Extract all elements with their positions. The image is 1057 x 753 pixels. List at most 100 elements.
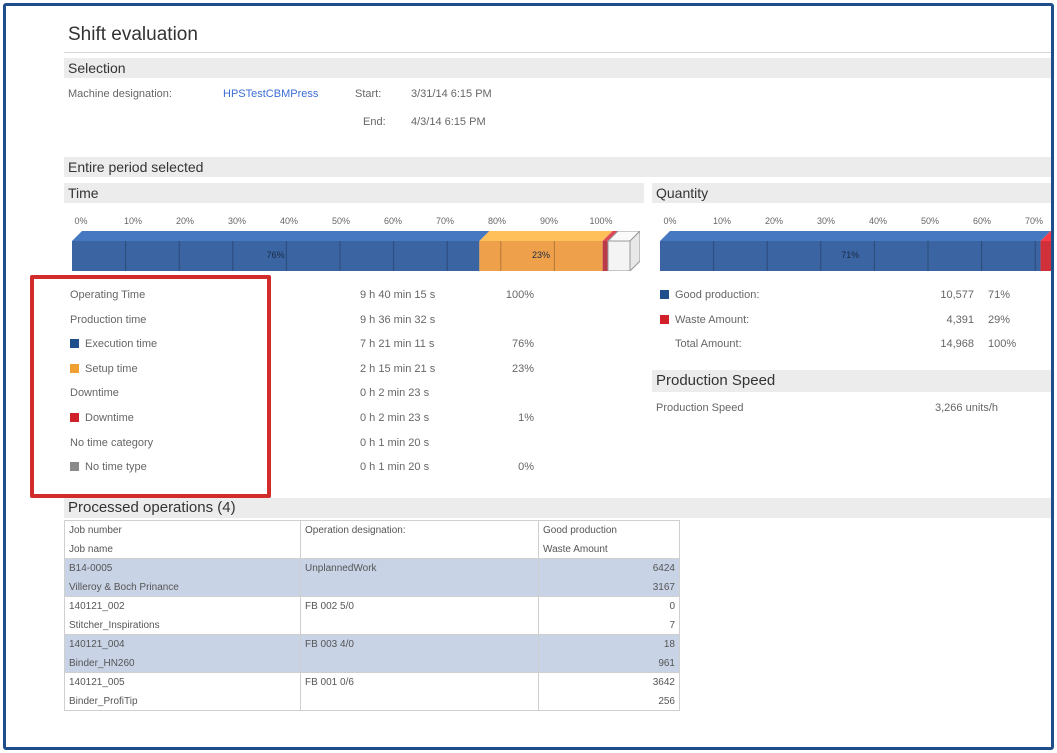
quantity-row-label-wrap: Good production: (660, 289, 759, 301)
time-axis-tick: 40% (279, 216, 299, 226)
operation-cell-empty (300, 615, 539, 635)
title-divider (64, 52, 1051, 53)
period-header: Entire period selected (64, 157, 1051, 177)
time-row-value: 7 h 21 min 11 s (360, 338, 435, 351)
legend-swatch-icon (660, 290, 669, 299)
time-axis-tick: 100% (589, 216, 613, 226)
quantity-row-label-wrap: Waste Amount: (660, 314, 749, 326)
waste-amount-cell: 256 (538, 691, 680, 711)
production-speed-value: 3,266 units/h (935, 402, 998, 414)
good-production-cell: 6424 (538, 558, 680, 578)
quantity-row-percent: 100% (988, 338, 1017, 351)
quantity-bar-segment-top (660, 231, 1051, 241)
quantity-row-label: Total Amount: (675, 338, 742, 351)
time-axis-tick: 50% (331, 216, 351, 226)
time-row-percent: 100% (505, 289, 534, 301)
legend-swatch-icon (660, 314, 669, 324)
quantity-header: Quantity (652, 183, 1051, 203)
col-waste-amount[interactable]: Waste Amount (538, 539, 680, 559)
report-window: Shift evaluation Selection Machine desig… (3, 3, 1054, 750)
page-title: Shift evaluation (68, 24, 198, 45)
time-bar-segment-label: 23% (531, 250, 550, 260)
table-row[interactable]: 140121_004 FB 003 4/0 18 (64, 634, 680, 654)
time-row-value: 9 h 36 min 32 s (360, 313, 436, 326)
waste-amount-cell: 3167 (538, 577, 680, 597)
operation-cell-empty (300, 577, 539, 597)
quantity-row-label: Good production: (675, 289, 760, 301)
quantity-row-percent: 71% (988, 289, 1011, 301)
time-bar-segment-label: 76% (266, 250, 285, 260)
col-operation[interactable]: Operation designation: (300, 520, 539, 540)
production-speed-header: Production Speed (652, 370, 1051, 392)
table-header-row: Job name Waste Amount (64, 539, 680, 559)
job-name-cell: Binder_ProfiTip (64, 691, 301, 711)
operations-table: Job number Operation designation: Good p… (64, 520, 680, 711)
quantity-axis-tick: 70% (1024, 216, 1044, 226)
quantity-row-percent: 29% (988, 313, 1011, 326)
operation-cell-empty (300, 691, 539, 711)
time-bar-chart: 76% 23% (72, 229, 642, 273)
time-axis-tick: 70% (435, 216, 455, 226)
time-row-value: 0 h 2 min 23 s (360, 412, 430, 424)
waste-amount-cell: 7 (538, 615, 680, 635)
end-value: 4/3/14 6:15 PM (411, 116, 486, 128)
table-row[interactable]: Binder_ProfiTip 256 (64, 691, 680, 711)
time-bar-remainder (607, 240, 631, 272)
time-row-value: 9 h 40 min 15 s (360, 289, 436, 301)
selection-header: Selection (64, 58, 1051, 78)
job-name-cell: Binder_HN260 (64, 653, 301, 673)
quantity-row-label: Waste Amount: (675, 313, 750, 326)
production-speed-label: Production Speed (656, 402, 744, 414)
quantity-row: Good production: 10,577 71% (654, 289, 1051, 307)
time-bar-segment-top (72, 231, 490, 241)
good-production-cell: 0 (538, 596, 680, 616)
table-row[interactable]: 140121_002 FB 002 5/0 0 (64, 596, 680, 616)
good-production-cell: 18 (538, 634, 680, 654)
col-job-name[interactable]: Job name (64, 539, 301, 559)
job-number-cell: 140121_002 (64, 596, 301, 616)
job-number-cell: B14-0005 (64, 558, 301, 578)
operation-cell: FB 001 0/6 (300, 672, 539, 692)
quantity-axis-tick: 10% (712, 216, 732, 226)
table-header-row: Job number Operation designation: Good p… (64, 520, 680, 540)
machine-designation-link[interactable]: HPSTestCBMPress (223, 88, 318, 100)
quantity-row: Waste Amount: 4,391 29% (654, 313, 1051, 332)
table-row[interactable]: Stitcher_Inspirations 7 (64, 615, 680, 635)
table-row[interactable]: Villeroy & Boch Prinance 3167 (64, 577, 680, 597)
table-row[interactable]: 140121_005 FB 001 0/6 3642 (64, 672, 680, 692)
highlight-annotation (30, 275, 271, 498)
quantity-row: Total Amount: 14,968 100% (654, 338, 1051, 356)
table-row[interactable]: B14-0005 UnplannedWork 6424 (64, 558, 680, 578)
time-axis-tick: 10% (123, 216, 143, 226)
quantity-bar-chart: 71% (660, 231, 1051, 271)
quantity-bar-segment-label: 71% (841, 250, 860, 260)
machine-designation-label: Machine designation: (68, 88, 172, 100)
quantity-row-value: 4,391 (946, 313, 974, 326)
time-axis-tick: 80% (487, 216, 507, 226)
job-number-cell: 140121_005 (64, 672, 301, 692)
time-axis-tick: 0% (74, 216, 88, 226)
time-bar-segment-top (479, 231, 613, 241)
quantity-bar-segment (1040, 241, 1051, 271)
quantity-axis-tick: 30% (816, 216, 836, 226)
start-label: Start: (355, 88, 382, 100)
time-row-value: 0 h 2 min 23 s (360, 387, 430, 400)
legend-spacer (660, 339, 669, 348)
table-row[interactable]: Binder_HN260 961 (64, 653, 680, 673)
col-good-production[interactable]: Good production (538, 520, 680, 540)
time-axis-tick: 60% (383, 216, 403, 226)
col-job-number[interactable]: Job number (64, 520, 301, 540)
operation-cell: UnplannedWork (300, 558, 539, 578)
time-bar-segment (602, 241, 608, 271)
time-axis-tick: 20% (175, 216, 195, 226)
time-header: Time (64, 183, 644, 203)
operation-cell-empty (300, 653, 539, 673)
time-row-percent: 0% (518, 461, 534, 474)
quantity-axis-tick: 0% (663, 216, 677, 226)
end-label: End: (363, 116, 386, 128)
quantity-axis-tick: 40% (868, 216, 888, 226)
operations-header: Processed operations (4) (64, 498, 1051, 518)
job-number-cell: 140121_004 (64, 634, 301, 654)
time-axis-tick: 30% (227, 216, 247, 226)
quantity-axis-tick: 60% (972, 216, 992, 226)
